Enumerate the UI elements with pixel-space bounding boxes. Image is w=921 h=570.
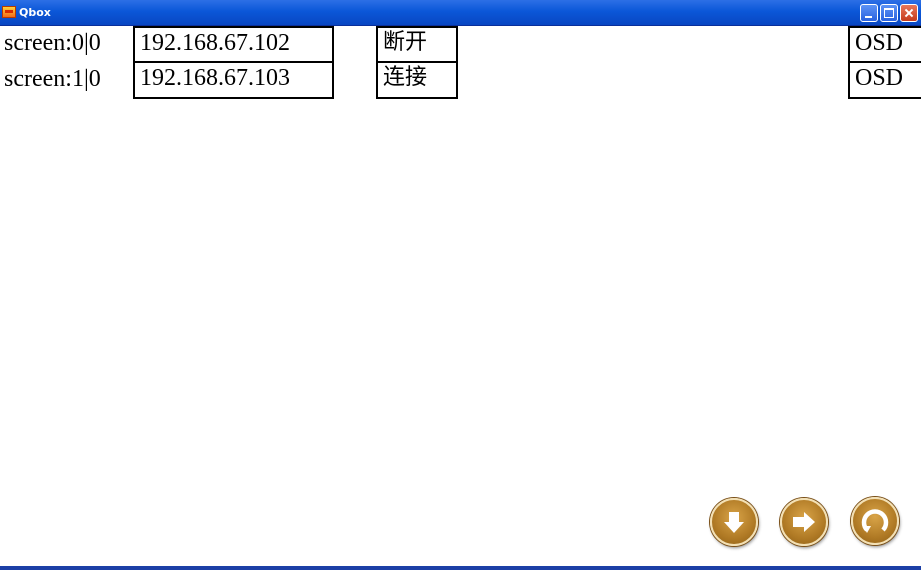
title-bar[interactable]: Qbox (0, 0, 921, 26)
screen-label: screen:1|0 (4, 66, 101, 92)
bottom-border (0, 566, 921, 570)
app-icon (2, 6, 16, 18)
refresh-button[interactable] (851, 497, 899, 545)
download-button[interactable] (710, 498, 758, 546)
maximize-icon[interactable] (880, 4, 898, 22)
minimize-icon[interactable] (860, 4, 878, 22)
next-button[interactable] (780, 498, 828, 546)
ip-field[interactable]: 192.168.67.102 (133, 26, 334, 63)
window-title: Qbox (19, 6, 51, 19)
arrow-right-icon (793, 512, 815, 532)
disconnect-button[interactable]: 断开 (376, 26, 458, 63)
arrow-down-icon (724, 512, 744, 533)
close-icon[interactable] (900, 4, 918, 22)
osd-button[interactable]: OSD (848, 26, 921, 63)
refresh-icon (861, 509, 889, 533)
connect-button[interactable]: 连接 (376, 63, 458, 99)
osd-button[interactable]: OSD (848, 63, 921, 99)
screen-label: screen:0|0 (4, 30, 101, 56)
ip-field[interactable]: 192.168.67.103 (133, 63, 334, 99)
